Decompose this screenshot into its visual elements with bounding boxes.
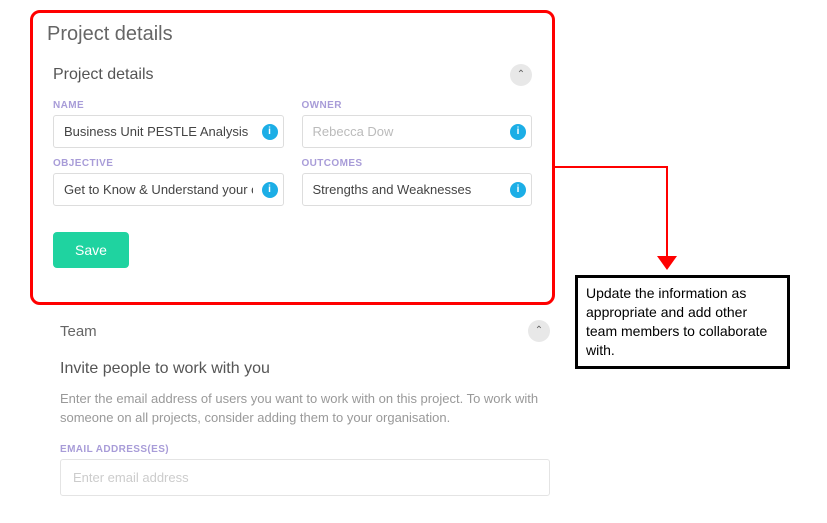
input-wrap-owner: i <box>302 115 533 148</box>
collapse-project-details-button[interactable]: ⌃ <box>510 64 532 86</box>
name-input[interactable] <box>53 115 284 148</box>
project-details-header: Project details ⌃ <box>53 64 532 86</box>
owner-input[interactable] <box>302 115 533 148</box>
info-icon[interactable]: i <box>510 182 526 198</box>
project-details-panel: Project details ⌃ NAME i OWNER i <box>47 64 538 268</box>
info-icon[interactable]: i <box>262 124 278 140</box>
collapse-team-button[interactable]: ⌃ <box>528 320 550 342</box>
input-wrap-outcomes: i <box>302 173 533 206</box>
field-owner: OWNER i <box>302 100 533 148</box>
field-outcomes: OUTCOMES i <box>302 158 533 206</box>
save-button[interactable]: Save <box>53 232 129 268</box>
annotation-connector <box>666 166 668 258</box>
input-wrap-name: i <box>53 115 284 148</box>
label-outcomes: OUTCOMES <box>302 158 533 169</box>
team-subtitle: Invite people to work with you <box>60 360 550 378</box>
label-email: EMAIL ADDRESS(ES) <box>60 444 550 455</box>
team-section: Team ⌃ Invite people to work with you En… <box>60 320 550 496</box>
email-input[interactable] <box>60 459 550 496</box>
chevron-up-icon: ⌃ <box>535 326 543 336</box>
team-title: Team <box>60 323 97 340</box>
label-owner: OWNER <box>302 100 533 111</box>
row-name-owner: NAME i OWNER i <box>53 100 532 148</box>
label-objective: OBJECTIVE <box>53 158 284 169</box>
annotation-callout: Update the information as appropriate an… <box>575 275 790 369</box>
team-header: Team ⌃ <box>60 320 550 342</box>
project-details-highlight: Project details Project details ⌃ NAME i… <box>30 10 555 305</box>
field-objective: OBJECTIVE i <box>53 158 284 206</box>
info-icon[interactable]: i <box>262 182 278 198</box>
row-objective-outcomes: OBJECTIVE i OUTCOMES i <box>53 158 532 206</box>
input-wrap-objective: i <box>53 173 284 206</box>
chevron-up-icon: ⌃ <box>517 70 525 80</box>
field-name: NAME i <box>53 100 284 148</box>
objective-input[interactable] <box>53 173 284 206</box>
arrow-down-icon <box>657 256 677 270</box>
page-title: Project details <box>47 23 538 46</box>
outcomes-input[interactable] <box>302 173 533 206</box>
label-name: NAME <box>53 100 284 111</box>
project-details-title: Project details <box>53 66 154 84</box>
info-icon[interactable]: i <box>510 124 526 140</box>
team-description: Enter the email address of users you wan… <box>60 390 550 428</box>
annotation-connector <box>555 166 668 168</box>
